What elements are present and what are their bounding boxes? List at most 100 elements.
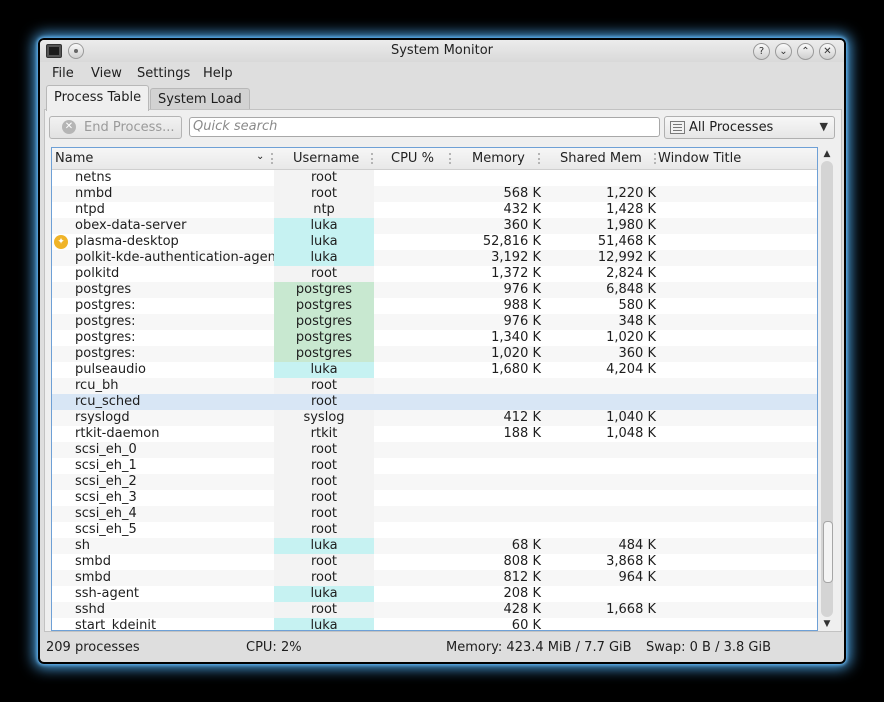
menu-help[interactable]: Help bbox=[203, 66, 233, 81]
process-name: plasma-desktop bbox=[75, 234, 179, 249]
table-row[interactable]: postgres: postgres 1,340 K 1,020 K bbox=[52, 330, 817, 346]
scroll-up-icon[interactable]: ▲ bbox=[819, 147, 835, 161]
minimize-icon[interactable]: ⌄ bbox=[775, 43, 792, 60]
maximize-icon[interactable]: ⌃ bbox=[797, 43, 814, 60]
tab-process-table[interactable]: Process Table bbox=[46, 85, 150, 111]
menu-file[interactable]: File bbox=[52, 66, 74, 81]
table-row[interactable]: smbd root 808 K 3,868 K bbox=[52, 554, 817, 570]
column-header-memory[interactable]: Memory bbox=[472, 151, 525, 166]
process-username: luka bbox=[274, 586, 374, 602]
process-username: root bbox=[274, 602, 374, 618]
table-row[interactable]: scsi_eh_4 root bbox=[52, 506, 817, 522]
process-filter-select[interactable]: All Processes ▼ bbox=[664, 116, 835, 139]
process-name: sshd bbox=[75, 602, 106, 617]
process-shared-mem: 348 K bbox=[618, 314, 656, 329]
tab-system-load[interactable]: System Load bbox=[150, 88, 250, 110]
table-row[interactable]: sh luka 68 K 484 K bbox=[52, 538, 817, 554]
table-row[interactable]: postgres postgres 976 K 6,848 K bbox=[52, 282, 817, 298]
process-username: root bbox=[274, 554, 374, 570]
column-header-shared-mem[interactable]: Shared Mem bbox=[560, 151, 642, 166]
process-username: root bbox=[274, 490, 374, 506]
process-username: root bbox=[310, 394, 338, 409]
process-shared-mem bbox=[557, 522, 656, 538]
table-row[interactable]: postgres: postgres 1,020 K 360 K bbox=[52, 346, 817, 362]
table-row[interactable]: rcu_sched root bbox=[52, 394, 817, 410]
process-name: polkit-kde-authentication-agent-1 bbox=[75, 250, 294, 265]
table-row[interactable]: postgres: postgres 988 K 580 K bbox=[52, 298, 817, 314]
column-separator[interactable] bbox=[449, 153, 453, 164]
process-shared-mem bbox=[557, 378, 656, 394]
table-row[interactable]: scsi_eh_3 root bbox=[52, 490, 817, 506]
column-header-name[interactable]: Name bbox=[55, 151, 93, 166]
table-row[interactable]: sshd root 428 K 1,668 K bbox=[52, 602, 817, 618]
process-memory bbox=[442, 490, 541, 506]
menu-settings[interactable]: Settings bbox=[137, 66, 190, 81]
table-row[interactable]: scsi_eh_5 root bbox=[52, 522, 817, 538]
process-name: rsyslogd bbox=[75, 410, 130, 425]
table-row[interactable]: start_kdeinit luka 60 K bbox=[52, 618, 817, 631]
quick-search-input[interactable]: Quick search bbox=[189, 117, 660, 137]
process-memory: 812 K bbox=[503, 570, 541, 585]
table-row[interactable]: rcu_bh root bbox=[52, 378, 817, 394]
table-row[interactable]: ✦ plasma-desktop luka 52,816 K 51,468 K bbox=[52, 234, 817, 250]
process-shared-mem: 1,020 K bbox=[606, 330, 656, 345]
table-row[interactable]: nmbd root 568 K 1,220 K bbox=[52, 186, 817, 202]
column-separator[interactable] bbox=[271, 153, 275, 164]
titlebar[interactable]: System Monitor ? ⌄ ⌃ ✕ bbox=[40, 40, 844, 62]
chevron-down-icon: ▼ bbox=[819, 120, 828, 133]
process-username: postgres bbox=[274, 314, 374, 330]
process-name: scsi_eh_3 bbox=[75, 490, 137, 505]
process-table[interactable]: Name ⌄ Username CPU % Memory Shared Mem … bbox=[51, 147, 818, 631]
table-row[interactable]: scsi_eh_2 root bbox=[52, 474, 817, 490]
process-memory: 208 K bbox=[503, 586, 541, 601]
process-name: ntpd bbox=[75, 202, 105, 217]
process-shared-mem: 484 K bbox=[618, 538, 656, 553]
table-row[interactable]: ntpd ntp 432 K 1,428 K bbox=[52, 202, 817, 218]
scrollbar-track[interactable] bbox=[821, 161, 833, 617]
process-username: root bbox=[274, 170, 374, 186]
process-shared-mem bbox=[557, 170, 656, 186]
table-row[interactable]: polkit-kde-authentication-agent-1 luka 3,1… bbox=[52, 250, 817, 266]
table-row[interactable]: obex-data-server luka 360 K 1,980 K bbox=[52, 218, 817, 234]
process-shared-mem bbox=[557, 490, 656, 506]
process-name: sh bbox=[75, 538, 91, 553]
end-process-button[interactable]: ✕ End Process... bbox=[49, 116, 182, 139]
column-header-username[interactable]: Username bbox=[293, 151, 359, 166]
column-separator[interactable] bbox=[371, 153, 375, 164]
process-name: smbd bbox=[75, 570, 111, 585]
column-header-window-title[interactable]: Window Title bbox=[658, 151, 741, 166]
table-row[interactable]: rsyslogd syslog 412 K 1,040 K bbox=[52, 410, 817, 426]
process-shared-mem bbox=[557, 442, 656, 458]
process-memory bbox=[442, 522, 541, 538]
process-name: start_kdeinit bbox=[75, 618, 157, 631]
process-memory: 68 K bbox=[511, 538, 541, 553]
table-row[interactable]: ssh-agent luka 208 K bbox=[52, 586, 817, 602]
help-icon[interactable]: ? bbox=[753, 43, 770, 60]
sort-chevron-icon[interactable]: ⌄ bbox=[256, 151, 264, 162]
process-name: ssh-agent bbox=[75, 586, 140, 601]
table-row[interactable]: pulseaudio luka 1,680 K 4,204 K bbox=[52, 362, 817, 378]
close-icon[interactable]: ✕ bbox=[819, 43, 836, 60]
table-row[interactable]: postgres: postgres 976 K 348 K bbox=[52, 314, 817, 330]
table-row[interactable]: scsi_eh_1 root bbox=[52, 458, 817, 474]
process-memory: 1,372 K bbox=[491, 266, 541, 281]
process-memory: 428 K bbox=[503, 602, 541, 617]
table-row[interactable]: rtkit-daemon rtkit 188 K 1,048 K bbox=[52, 426, 817, 442]
scrollbar-thumb[interactable] bbox=[823, 521, 833, 583]
process-name: postgres: bbox=[75, 346, 136, 361]
table-row[interactable]: scsi_eh_0 root bbox=[52, 442, 817, 458]
column-header-cpu[interactable]: CPU % bbox=[391, 151, 434, 166]
table-row[interactable]: polkitd root 1,372 K 2,824 K bbox=[52, 266, 817, 282]
column-separator[interactable] bbox=[538, 153, 542, 164]
vertical-scrollbar[interactable]: ▲ ▼ bbox=[819, 147, 835, 631]
process-shared-mem: 51,468 K bbox=[597, 234, 656, 249]
process-shared-mem: 1,668 K bbox=[606, 602, 656, 617]
process-shared-mem: 964 K bbox=[618, 570, 656, 585]
process-memory: 1,020 K bbox=[491, 346, 541, 361]
process-name: postgres bbox=[75, 282, 132, 297]
table-row[interactable]: netns root bbox=[52, 170, 817, 186]
table-row[interactable]: smbd root 812 K 964 K bbox=[52, 570, 817, 586]
process-memory bbox=[442, 170, 541, 186]
scroll-down-icon[interactable]: ▼ bbox=[819, 617, 835, 631]
menu-view[interactable]: View bbox=[91, 66, 122, 81]
